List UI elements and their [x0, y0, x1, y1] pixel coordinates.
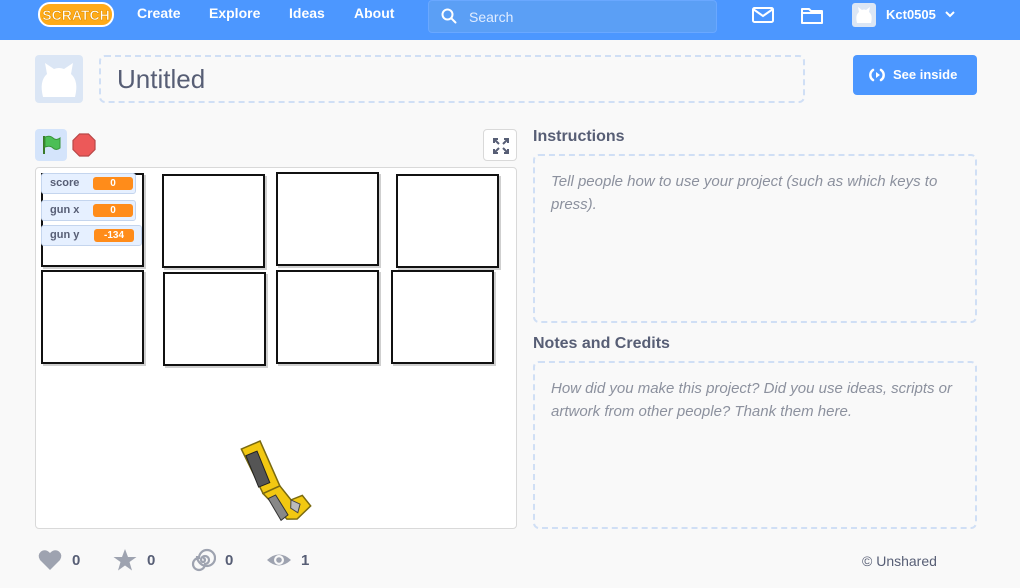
- notes-heading: Notes and Credits: [533, 335, 670, 352]
- love-stat[interactable]: 0: [37, 547, 97, 573]
- green-flag-button[interactable]: [35, 129, 67, 161]
- stage-card: [162, 174, 265, 268]
- monitor-value: 0: [93, 204, 133, 217]
- svg-text:SCRATCH: SCRATCH: [42, 7, 109, 23]
- mail-icon[interactable]: [751, 5, 775, 25]
- instructions-textarea[interactable]: [533, 154, 977, 323]
- see-inside-icon: [869, 68, 885, 82]
- see-inside-label: See inside: [893, 67, 958, 82]
- fullscreen-icon: [493, 138, 509, 154]
- green-flag-icon: [43, 135, 61, 154]
- monitor-label: score: [50, 177, 80, 189]
- fullscreen-button[interactable]: [483, 129, 517, 161]
- search-icon: [441, 8, 457, 24]
- stage-card: [276, 270, 379, 364]
- remix-icon: [191, 548, 216, 572]
- favorite-stat[interactable]: 0: [112, 547, 172, 573]
- stage-card: [391, 270, 494, 364]
- user-avatar[interactable]: [852, 3, 876, 27]
- nav-link-ideas[interactable]: Ideas: [289, 0, 325, 40]
- nav-link-create[interactable]: Create: [137, 0, 181, 40]
- remix-count: 0: [225, 552, 234, 569]
- stage-card: [163, 272, 266, 366]
- see-inside-button[interactable]: See inside: [853, 55, 977, 95]
- top-navigation-bar: SCRATCH Create Explore Ideas About Kct05…: [0, 0, 1020, 40]
- search-input[interactable]: [469, 1, 709, 32]
- project-title-input[interactable]: [99, 55, 805, 103]
- share-status: © Unshared: [862, 553, 937, 569]
- variable-monitor-gun-y[interactable]: gun y -134: [41, 225, 142, 246]
- notes-textarea[interactable]: [533, 361, 977, 529]
- eye-icon: [267, 554, 291, 566]
- monitor-value: 0: [93, 177, 133, 190]
- remix-stat: 0: [190, 547, 250, 573]
- stop-button[interactable]: [71, 132, 97, 158]
- monitor-label: gun y: [50, 229, 80, 241]
- folder-icon[interactable]: [800, 5, 824, 25]
- gun-sprite[interactable]: [239, 436, 319, 528]
- love-count: 0: [72, 552, 81, 569]
- username[interactable]: Kct0505: [886, 0, 936, 29]
- stage-card: [276, 172, 379, 266]
- stop-icon: [72, 133, 96, 157]
- favorite-count: 0: [147, 552, 156, 569]
- nav-link-about[interactable]: About: [354, 0, 394, 40]
- stage-card: [41, 270, 144, 364]
- heart-icon: [38, 550, 62, 570]
- stage-card: [396, 174, 499, 268]
- star-icon: [113, 549, 137, 571]
- monitor-value: -134: [94, 229, 134, 242]
- instructions-heading: Instructions: [533, 128, 625, 145]
- search-bar: [428, 0, 717, 33]
- project-author-avatar[interactable]: [35, 55, 83, 103]
- project-stage[interactable]: score 0 gun x 0 gun y -134: [35, 167, 517, 529]
- views-count: 1: [301, 552, 310, 569]
- scratch-logo[interactable]: SCRATCH: [38, 1, 114, 28]
- nav-link-explore[interactable]: Explore: [209, 0, 260, 40]
- views-stat: 1: [266, 547, 326, 573]
- chevron-down-icon[interactable]: [944, 9, 956, 19]
- monitor-label: gun x: [50, 204, 80, 216]
- variable-monitor-score[interactable]: score 0: [41, 173, 136, 194]
- variable-monitor-gun-x[interactable]: gun x 0: [41, 200, 136, 221]
